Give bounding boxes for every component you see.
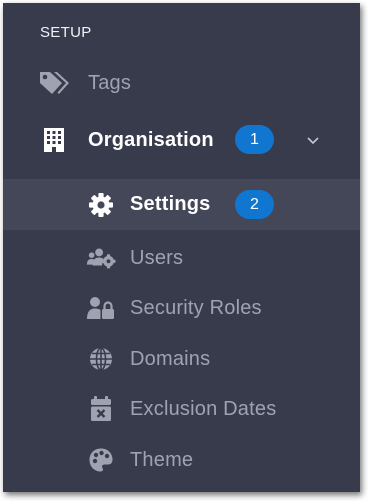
sidebar-item-label: Security Roles	[130, 296, 262, 319]
user-lock-icon	[86, 296, 116, 320]
users-cog-icon	[86, 246, 116, 270]
count-badge: 2	[235, 190, 274, 219]
sidebar-item-domains[interactable]: Domains	[3, 339, 360, 379]
sidebar-item-organisation[interactable]: Organisation 1	[3, 119, 360, 161]
building-icon	[37, 127, 71, 153]
sidebar-item-settings[interactable]: Settings 2	[3, 179, 360, 230]
sidebar-item-security-roles[interactable]: Security Roles	[3, 288, 360, 328]
sidebar-item-exclusion-dates[interactable]: Exclusion Dates	[3, 389, 360, 429]
calendar-times-icon	[86, 396, 116, 422]
sidebar-item-label: Settings	[130, 193, 211, 215]
tags-icon	[37, 69, 71, 97]
sidebar-item-theme[interactable]: Theme	[3, 440, 360, 480]
sidebar-item-users[interactable]: Users	[3, 238, 360, 278]
section-label-setup: SETUP	[40, 24, 92, 41]
sidebar-item-label: Organisation	[88, 128, 214, 151]
count-badge: 1	[235, 125, 274, 154]
gear-icon	[86, 192, 116, 218]
globe-icon	[86, 346, 116, 372]
sidebar-item-label: Domains	[130, 347, 211, 370]
sidebar-nav: SETUP Tags Organisation 1 Settings 2 Use…	[3, 3, 360, 492]
palette-icon	[86, 447, 116, 473]
sidebar-item-label: Users	[130, 246, 184, 269]
chevron-down-icon[interactable]	[305, 132, 321, 148]
sidebar-item-label: Theme	[130, 448, 194, 471]
sidebar-item-label: Exclusion Dates	[130, 397, 277, 420]
sidebar-item-tags[interactable]: Tags	[3, 63, 360, 103]
sidebar-item-label: Tags	[88, 71, 132, 94]
